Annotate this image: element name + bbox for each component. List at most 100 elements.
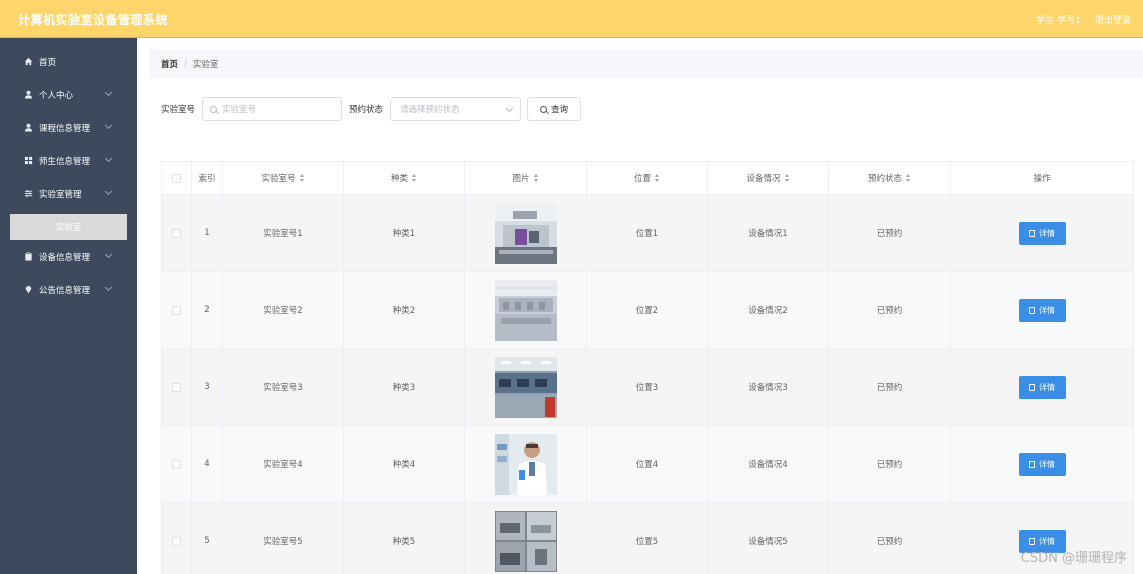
breadcrumb-current: 实验室 — [192, 59, 219, 70]
query-button[interactable]: 查询 — [527, 97, 582, 121]
sort-icon[interactable] — [655, 174, 660, 182]
row-checkbox[interactable] — [172, 459, 181, 469]
header-lab-number[interactable]: 实验室号 — [223, 162, 344, 195]
cell-picture — [465, 272, 587, 349]
cell-index: 4 — [192, 426, 223, 503]
cell-location: 位置2 — [587, 272, 708, 349]
header-index: 索引 — [192, 162, 223, 195]
sidebar-item-label: 个人中心 — [39, 90, 74, 101]
detail-button[interactable]: 详情 — [1018, 221, 1066, 245]
document-icon — [1029, 537, 1035, 545]
cell-index: 3 — [192, 349, 223, 426]
search-icon — [540, 105, 548, 113]
pin-icon — [24, 285, 33, 294]
row-checkbox-cell — [162, 349, 192, 426]
sidebar-item-lab-management[interactable]: 实验室管理 — [0, 177, 137, 210]
top-bar: 计算机实验室设备管理系统 学生 学号1 退出登录 — [0, 0, 1143, 38]
cell-equipment: 设备情况4 — [708, 426, 829, 503]
table-row: 5 实验室号5 种类5 位置5 设备情况5 已预约 详情 — [162, 503, 1134, 574]
cell-equipment: 设备情况1 — [708, 195, 829, 272]
cell-status: 已预约 — [829, 426, 951, 503]
cell-status: 已预约 — [829, 195, 951, 272]
sidebar-item-label: 首页 — [39, 57, 57, 68]
home-icon — [24, 57, 33, 66]
cell-picture — [465, 349, 587, 426]
header-label: 图片 — [512, 174, 530, 184]
sidebar-item-home[interactable]: 首页 — [0, 45, 137, 78]
cell-kind: 种类5 — [344, 503, 465, 574]
cell-lab-number: 实验室号1 — [223, 195, 344, 272]
cell-kind: 种类1 — [344, 195, 465, 272]
row-checkbox[interactable] — [172, 382, 181, 392]
table-row: 2 实验室号2 种类2 位置2 设备情况2 已预约 详情 — [162, 272, 1134, 349]
sidebar-subitem-lab[interactable]: 实验室 — [10, 214, 127, 240]
document-icon — [1029, 306, 1035, 314]
lab-number-label: 实验室号 — [161, 105, 196, 115]
table-row: 1 实验室号1 种类1 位置1 设备情况1 已预约 详情 — [162, 195, 1134, 272]
reservation-status-label: 预约状态 — [349, 105, 384, 115]
sort-icon[interactable] — [533, 174, 539, 182]
sort-icon[interactable] — [906, 174, 911, 182]
cell-lab-number: 实验室号3 — [223, 349, 344, 426]
sidebar-item-label: 公告信息管理 — [39, 285, 91, 296]
sidebar-item-announcement-management[interactable]: 公告信息管理 — [0, 273, 137, 306]
sidebar-item-teacher-student-management[interactable]: 师生信息管理 — [0, 144, 137, 177]
cell-index: 5 — [192, 503, 223, 574]
lab-photo[interactable] — [494, 510, 557, 572]
row-checkbox[interactable] — [172, 228, 181, 238]
header-actions: 操作 — [951, 162, 1134, 195]
cell-equipment: 设备情况5 — [708, 503, 829, 574]
user-icon — [24, 90, 33, 99]
detail-button[interactable]: 详情 — [1018, 375, 1066, 399]
sliders-icon — [24, 189, 33, 198]
sidebar-item-personal-center[interactable]: 个人中心 — [0, 78, 137, 111]
lab-photo[interactable] — [494, 279, 557, 341]
sort-icon[interactable] — [412, 174, 417, 182]
sort-icon[interactable] — [784, 174, 790, 182]
lab-photo[interactable] — [494, 202, 557, 264]
detail-button[interactable]: 详情 — [1018, 452, 1066, 476]
header-picture[interactable]: 图片 — [465, 162, 587, 195]
current-user[interactable]: 学生 学号1 — [1036, 13, 1081, 26]
header-label: 操作 — [1033, 174, 1051, 184]
detail-button[interactable]: 详情 — [1018, 298, 1066, 322]
cell-status: 已预约 — [829, 272, 951, 349]
chevron-down-icon — [505, 104, 514, 113]
reservation-status-select[interactable]: 请选择预约状态 — [390, 97, 522, 121]
row-checkbox[interactable] — [172, 305, 181, 315]
search-bar: 实验室号 实验室号 预约状态 请选择预约状态 查询 — [161, 97, 582, 121]
lab-number-input[interactable]: 实验室号 — [202, 97, 343, 121]
chevron-down-icon — [104, 88, 113, 97]
lab-photo[interactable] — [494, 356, 557, 418]
table-row: 4 实验室号4 种类4 位置4 设备情况4 已预约 详情 — [162, 426, 1134, 503]
cell-index: 1 — [192, 195, 223, 272]
lab-photo[interactable] — [494, 433, 557, 495]
chevron-down-icon — [104, 121, 113, 130]
sidebar-item-label: 实验室管理 — [39, 189, 82, 200]
table-header-row: 索引 实验室号 种类 图片 位置 设备情况 预约状态 操作 — [162, 162, 1134, 195]
logout-link[interactable]: 退出登录 — [1095, 13, 1131, 26]
app-title: 计算机实验室设备管理系统 — [18, 13, 169, 27]
search-icon — [210, 105, 218, 113]
sidebar-item-course-management[interactable]: 课程信息管理 — [0, 111, 137, 144]
cell-location: 位置4 — [587, 426, 708, 503]
header-label: 位置 — [633, 174, 651, 184]
header-label: 索引 — [198, 174, 216, 184]
document-icon — [1029, 229, 1035, 237]
sort-icon[interactable] — [299, 174, 305, 182]
sidebar-item-equipment-management[interactable]: 设备信息管理 — [0, 240, 137, 273]
breadcrumb-home[interactable]: 首页 — [161, 58, 178, 70]
document-icon — [1029, 383, 1035, 391]
watermark: CSDN @珊珊程序 — [1020, 551, 1127, 566]
cell-index: 2 — [192, 272, 223, 349]
cell-lab-number: 实验室号2 — [223, 272, 344, 349]
cell-location: 位置5 — [587, 503, 708, 574]
header-status[interactable]: 预约状态 — [829, 162, 951, 195]
header-equipment[interactable]: 设备情况 — [708, 162, 829, 195]
select-all-checkbox[interactable] — [172, 173, 181, 183]
header-kind[interactable]: 种类 — [344, 162, 465, 195]
row-checkbox[interactable] — [172, 536, 181, 546]
chevron-down-icon — [104, 187, 113, 196]
header-location[interactable]: 位置 — [587, 162, 708, 195]
sidebar-item-label: 设备信息管理 — [39, 252, 91, 263]
